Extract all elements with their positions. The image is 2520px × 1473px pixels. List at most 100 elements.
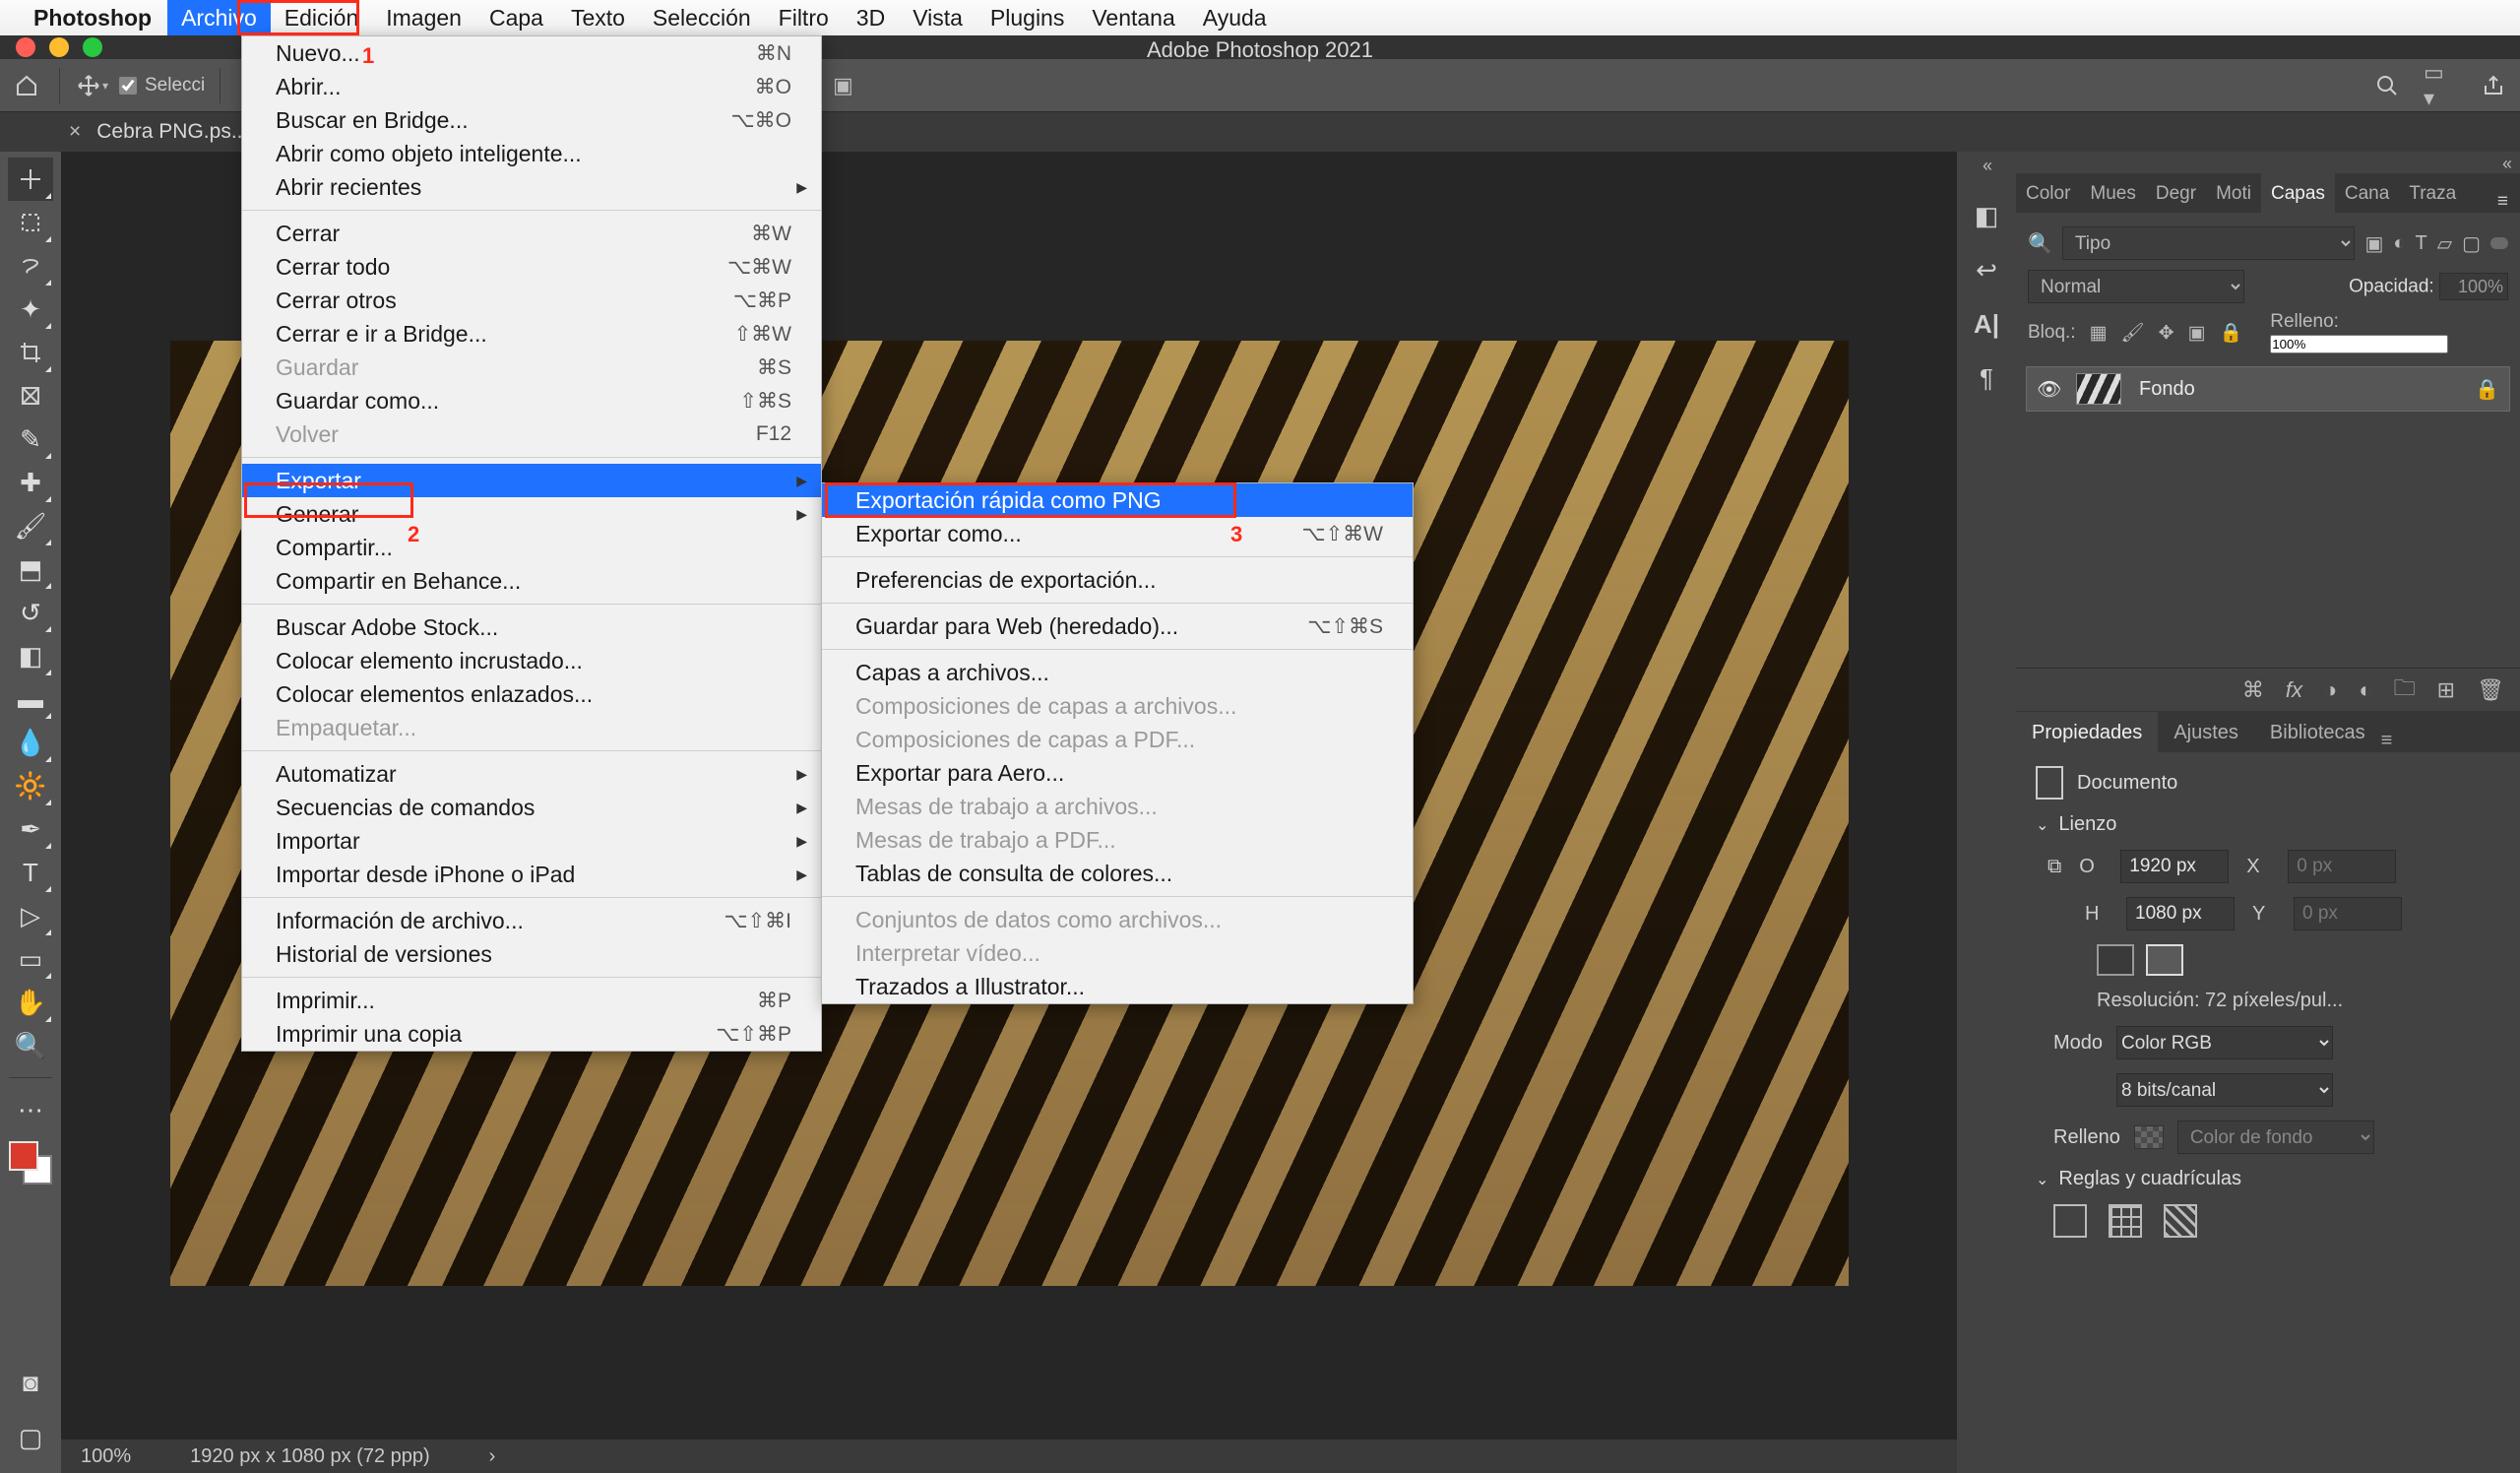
y-input[interactable] (2294, 897, 2402, 930)
blend-mode-select[interactable]: Normal (2028, 270, 2244, 303)
fill-color-select[interactable]: Color de fondo (2177, 1121, 2374, 1154)
group-icon[interactable]: 🗀 (2394, 672, 2416, 709)
close-icon[interactable] (16, 37, 35, 57)
path-selection-tool[interactable]: ▷ (8, 894, 53, 937)
menubar-item-archivo[interactable]: Archivo (167, 0, 271, 35)
menu-item[interactable]: Guardar como...⇧⌘S (242, 384, 821, 417)
dodge-tool[interactable]: 🔆 (8, 764, 53, 807)
lock-pixels-icon[interactable]: ▦ (2090, 322, 2108, 345)
hand-tool[interactable]: ✋ (8, 981, 53, 1024)
panel-tab-motivos[interactable]: Moti (2206, 173, 2261, 213)
3d-camera-icon[interactable]: ▣ (826, 69, 859, 102)
collapse-arrows-icon[interactable]: ‹‹ (1983, 156, 1990, 177)
link-dims-icon[interactable]: ⧉ (2048, 856, 2061, 878)
menu-item[interactable]: Cerrar otros⌥⌘P (242, 284, 821, 317)
history-panel-icon[interactable]: ↩ (1976, 255, 1997, 286)
menu-item[interactable]: Generar (242, 497, 821, 531)
frame-tool[interactable] (8, 374, 53, 417)
visibility-icon[interactable]: 👁 (2037, 377, 2058, 402)
menubar-item-selección[interactable]: Selección (639, 0, 765, 35)
search-icon[interactable] (2370, 69, 2404, 102)
link-layers-icon[interactable]: ⌘ (2242, 677, 2264, 703)
menu-item[interactable]: Colocar elementos enlazados... (242, 677, 821, 711)
status-flyout-icon[interactable]: › (489, 1445, 496, 1468)
character-panel-icon[interactable]: A| (1974, 309, 1999, 340)
lock-icon[interactable]: 🔒 (2475, 377, 2499, 402)
zoom-level[interactable]: 100% (81, 1445, 131, 1468)
rulers-icon[interactable] (2053, 1204, 2087, 1238)
eyedropper-tool[interactable]: ✎ (8, 417, 53, 461)
history-brush-tool[interactable]: ↺ (8, 591, 53, 634)
filter-image-icon[interactable]: ▣ (2364, 231, 2383, 256)
menubar-item-imagen[interactable]: Imagen (372, 0, 475, 35)
layer-thumbnail[interactable] (2076, 373, 2121, 405)
panel-tab-propiedades[interactable]: Propiedades (2016, 712, 2158, 752)
menu-item[interactable]: Abrir recientes (242, 170, 821, 204)
home-icon[interactable] (10, 69, 43, 102)
layer-row-fondo[interactable]: 👁 Fondo 🔒 (2026, 366, 2510, 412)
menu-item[interactable]: Abrir...⌘O (242, 70, 821, 103)
menu-item[interactable]: Nuevo...⌘N (242, 36, 821, 70)
menu-item[interactable]: Trazados a Illustrator... (822, 970, 1413, 1003)
menubar-item-ayuda[interactable]: Ayuda (1189, 0, 1281, 35)
menu-item[interactable]: Automatizar (242, 757, 821, 791)
menu-item[interactable]: Importar desde iPhone o iPad (242, 858, 821, 891)
filter-smart-icon[interactable]: ▢ (2462, 231, 2481, 256)
collapse-right-icon[interactable]: ‹‹ (2016, 152, 2520, 173)
menu-item[interactable]: Cerrar e ir a Bridge...⇧⌘W (242, 317, 821, 351)
pen-tool[interactable]: ✒ (8, 807, 53, 851)
menubar-item-capa[interactable]: Capa (475, 0, 557, 35)
menu-item[interactable]: Buscar en Bridge...⌥⌘O (242, 103, 821, 137)
menu-item[interactable]: Imprimir una copia⌥⇧⌘P (242, 1017, 821, 1051)
menubar-item-vista[interactable]: Vista (899, 0, 976, 35)
lock-artboard-icon[interactable]: ▣ (2188, 322, 2206, 345)
grid-icon[interactable] (2109, 1204, 2142, 1238)
brush-tool[interactable]: 🖌 (8, 504, 53, 547)
fx-icon[interactable]: fx (2286, 677, 2302, 703)
menu-item[interactable]: Buscar Adobe Stock... (242, 610, 821, 644)
menubar-item-texto[interactable]: Texto (557, 0, 639, 35)
panel-tab-degradados[interactable]: Degr (2146, 173, 2206, 213)
menu-item[interactable]: Exportar para Aero... (822, 756, 1413, 790)
panel-tab-bibliotecas[interactable]: Bibliotecas (2254, 712, 2381, 752)
filter-type-icon[interactable]: T (2415, 232, 2426, 255)
menu-item[interactable]: Colocar elemento incrustado... (242, 644, 821, 677)
shape-tool[interactable]: ▭ (8, 937, 53, 981)
width-input[interactable] (2120, 850, 2229, 883)
blur-tool[interactable]: 💧 (8, 721, 53, 764)
workspace-selector-icon[interactable]: ▭ ▾ (2424, 69, 2457, 102)
lock-position-icon[interactable]: ✥ (2159, 322, 2174, 345)
lock-paint-icon[interactable]: 🖌 (2121, 321, 2145, 345)
maximize-icon[interactable] (83, 37, 102, 57)
lock-all-icon[interactable]: 🔒 (2220, 321, 2243, 345)
guides-icon[interactable] (2164, 1204, 2197, 1238)
mask-icon[interactable]: ◑ (2324, 677, 2337, 703)
rulers-section-label[interactable]: Reglas y cuadrículas (2058, 1168, 2241, 1190)
panel-tab-capas[interactable]: Capas (2261, 173, 2335, 213)
menu-item[interactable]: Importar (242, 824, 821, 858)
stamp-tool[interactable]: ⬒ (8, 547, 53, 591)
share-icon[interactable] (2477, 69, 2510, 102)
crop-tool[interactable] (8, 331, 53, 374)
layer-name[interactable]: Fondo (2139, 378, 2195, 401)
screen-mode-icon[interactable]: ▢ (8, 1416, 53, 1459)
new-layer-icon[interactable]: ⊞ (2437, 677, 2455, 703)
menu-item[interactable]: Exportar (242, 464, 821, 497)
bit-depth-select[interactable]: 8 bits/canal (2116, 1073, 2333, 1107)
magic-wand-tool[interactable]: ✦ (8, 288, 53, 331)
color-mode-select[interactable]: Color RGB (2116, 1026, 2333, 1059)
zoom-tool[interactable]: 🔍 (8, 1024, 53, 1067)
move-tool-icon[interactable]: ▾ (76, 69, 109, 102)
menu-item[interactable]: Tablas de consulta de colores... (822, 857, 1413, 890)
adjustment-layer-icon[interactable]: ◐ (2359, 677, 2371, 703)
move-tool[interactable] (8, 158, 53, 201)
filter-adjust-icon[interactable]: ◐ (2393, 232, 2405, 255)
menubar-item-filtro[interactable]: Filtro (765, 0, 843, 35)
quick-mask-icon[interactable]: ◙ (8, 1361, 53, 1404)
menu-item[interactable]: Exportación rápida como PNG (822, 483, 1413, 517)
menu-item[interactable]: Secuencias de comandos (242, 791, 821, 824)
x-input[interactable] (2288, 850, 2396, 883)
menubar-item-ventana[interactable]: Ventana (1078, 0, 1188, 35)
menu-item[interactable]: Abrir como objeto inteligente... (242, 137, 821, 170)
canvas-section-label[interactable]: Lienzo (2058, 813, 2116, 836)
